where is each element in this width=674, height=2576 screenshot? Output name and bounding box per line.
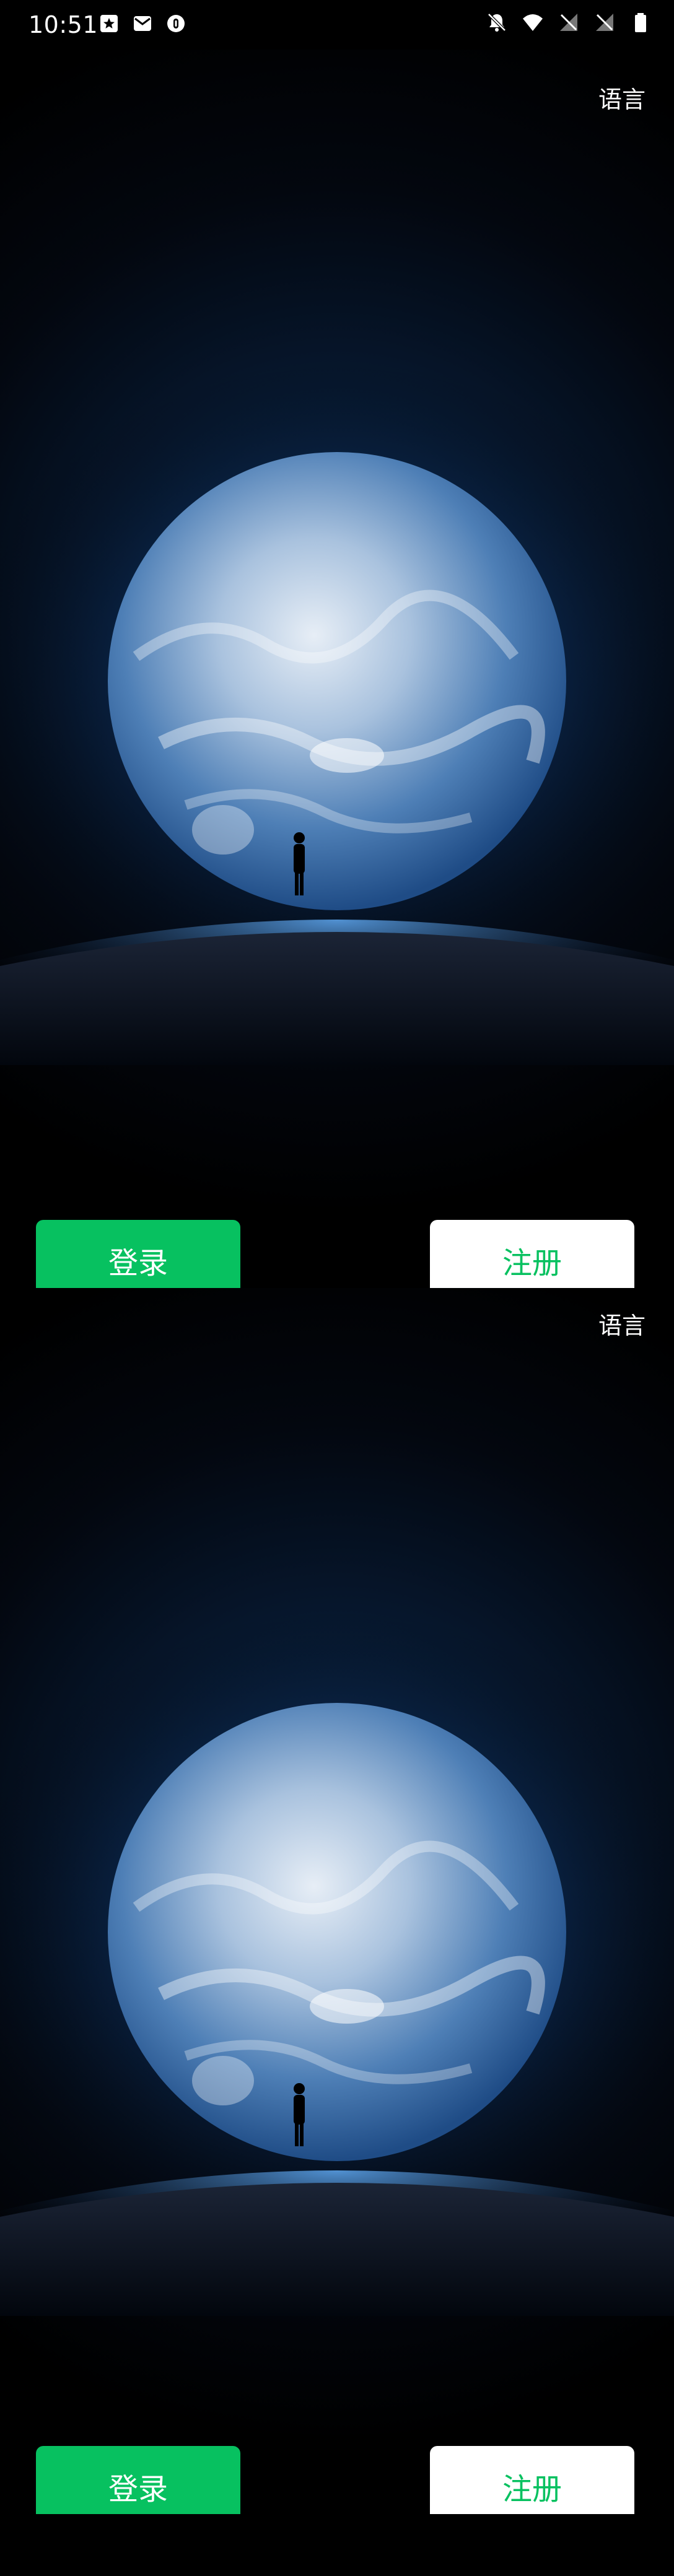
wifi-icon xyxy=(523,14,543,31)
no-sim-icon xyxy=(560,14,577,31)
shield-icon xyxy=(167,15,185,32)
earth-scene xyxy=(0,359,674,1065)
battery-icon xyxy=(635,13,646,32)
welcome-screen: 语言 登录 注册 xyxy=(0,50,674,1288)
mute-bell-icon xyxy=(488,13,506,32)
status-right-icons xyxy=(486,11,652,33)
language-button[interactable]: 语言 xyxy=(598,1307,646,1341)
status-bar: 10:51 xyxy=(0,0,674,50)
login-button[interactable]: 登录 xyxy=(36,2446,240,2514)
app-root: 10:51 语言 登录 注册 语言 登录 注册 xyxy=(0,0,674,2576)
star-notification-icon xyxy=(100,15,118,32)
register-button[interactable]: 注册 xyxy=(430,1220,634,1288)
register-button[interactable]: 注册 xyxy=(430,2446,634,2514)
login-button[interactable]: 登录 xyxy=(36,1220,240,1288)
status-time: 10:51 xyxy=(28,11,98,38)
welcome-screen: 语言 登录 注册 xyxy=(0,1288,674,2514)
bottom-strip xyxy=(0,2514,674,2576)
earth-scene xyxy=(0,1610,674,2316)
language-button[interactable]: 语言 xyxy=(598,80,646,115)
status-left-icons xyxy=(98,12,187,35)
mail-icon xyxy=(134,16,151,31)
no-sim-icon xyxy=(596,14,613,31)
